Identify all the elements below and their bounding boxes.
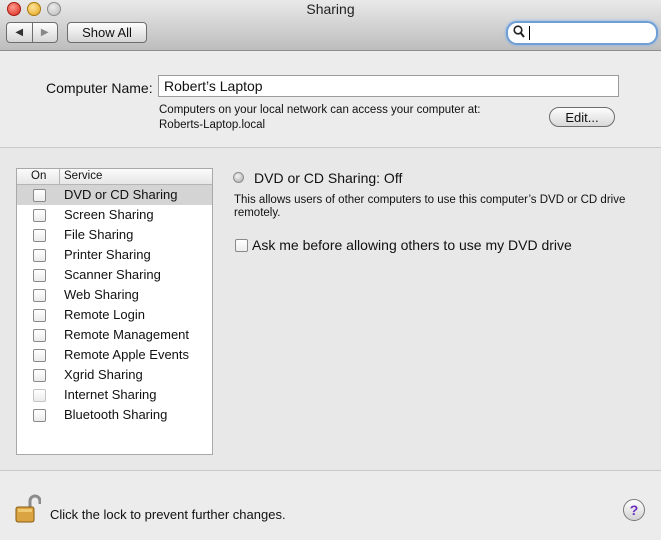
- service-enable-checkbox[interactable]: [33, 309, 46, 322]
- service-enable-checkbox[interactable]: [33, 409, 46, 422]
- computer-name-section: Computer Name: Robert’s Laptop Computers…: [0, 51, 661, 148]
- service-label: Remote Apple Events: [64, 347, 190, 362]
- service-row[interactable]: Xgrid Sharing: [17, 365, 212, 385]
- service-row[interactable]: Bluetooth Sharing: [17, 405, 212, 425]
- service-label: Screen Sharing: [64, 207, 154, 222]
- service-row[interactable]: Internet Sharing: [17, 385, 212, 405]
- local-hostname: Roberts-Laptop.local: [159, 119, 266, 131]
- computer-name-help: Computers on your local network can acce…: [159, 103, 481, 133]
- service-enable-checkbox[interactable]: [33, 369, 46, 382]
- service-enable-checkbox[interactable]: [33, 209, 46, 222]
- service-enable-checkbox[interactable]: [33, 229, 46, 242]
- window-toolbar: Sharing ◀ ▶ Show All: [0, 0, 661, 51]
- search-text-cursor: [529, 26, 530, 40]
- ask-before-allowing-label[interactable]: Ask me before allowing others to use my …: [252, 237, 572, 253]
- bottom-bar: Click the lock to prevent further change…: [0, 470, 661, 540]
- forward-arrow-icon[interactable]: ▶: [33, 23, 58, 42]
- column-divider: [59, 169, 60, 184]
- back-forward-control: ◀ ▶: [6, 22, 58, 43]
- service-label: Internet Sharing: [64, 387, 157, 402]
- service-row[interactable]: Remote Apple Events: [17, 345, 212, 365]
- window-title: Sharing: [306, 1, 355, 17]
- service-enable-checkbox[interactable]: [33, 329, 46, 342]
- lock-status-text: Click the lock to prevent further change…: [50, 507, 286, 522]
- service-enable-checkbox[interactable]: [33, 189, 46, 202]
- service-label: File Sharing: [64, 227, 134, 242]
- column-header-service[interactable]: Service: [64, 170, 102, 182]
- help-button[interactable]: ?: [623, 499, 645, 521]
- service-enable-checkbox[interactable]: [33, 249, 46, 262]
- service-enable-checkbox[interactable]: [33, 289, 46, 302]
- service-label: Scanner Sharing: [64, 267, 161, 282]
- column-header-on[interactable]: On: [31, 170, 46, 182]
- status-indicator-icon: [233, 172, 244, 183]
- service-row[interactable]: File Sharing: [17, 225, 212, 245]
- service-row[interactable]: DVD or CD Sharing: [17, 185, 212, 205]
- service-enable-checkbox: [33, 389, 46, 402]
- services-table: On Service DVD or CD Sharing Screen Shari…: [16, 168, 213, 455]
- service-label: Printer Sharing: [64, 247, 151, 262]
- edit-hostname-button[interactable]: Edit...: [549, 107, 615, 127]
- unlocked-padlock-icon[interactable]: [15, 494, 42, 524]
- service-enable-checkbox[interactable]: [33, 349, 46, 362]
- service-row[interactable]: Screen Sharing: [17, 205, 212, 225]
- service-label: Remote Management: [64, 327, 190, 342]
- services-table-body: DVD or CD Sharing Screen Sharing File Shar…: [17, 185, 212, 425]
- service-label: Remote Login: [64, 307, 145, 322]
- service-label: Xgrid Sharing: [64, 367, 143, 382]
- computer-name-label: Computer Name:: [46, 80, 153, 96]
- computer-name-help-line1: Computers on your local network can acce…: [159, 104, 481, 116]
- back-arrow-icon[interactable]: ◀: [7, 23, 33, 42]
- service-row[interactable]: Remote Login: [17, 305, 212, 325]
- service-status-title: DVD or CD Sharing: Off: [254, 170, 403, 186]
- search-icon: [513, 25, 525, 41]
- service-label: DVD or CD Sharing: [64, 187, 178, 202]
- computer-name-field[interactable]: Robert’s Laptop: [158, 75, 619, 97]
- service-row[interactable]: Remote Management: [17, 325, 212, 345]
- show-all-button[interactable]: Show All: [67, 22, 147, 43]
- service-description: This allows users of other computers to …: [234, 194, 626, 219]
- search-field[interactable]: [506, 21, 658, 45]
- service-row[interactable]: Web Sharing: [17, 285, 212, 305]
- service-row[interactable]: Scanner Sharing: [17, 265, 212, 285]
- service-row[interactable]: Printer Sharing: [17, 245, 212, 265]
- service-label: Web Sharing: [64, 287, 139, 302]
- service-enable-checkbox[interactable]: [33, 269, 46, 282]
- ask-before-allowing-checkbox[interactable]: [235, 239, 248, 252]
- service-label: Bluetooth Sharing: [64, 407, 168, 422]
- services-table-header: On Service: [17, 169, 212, 185]
